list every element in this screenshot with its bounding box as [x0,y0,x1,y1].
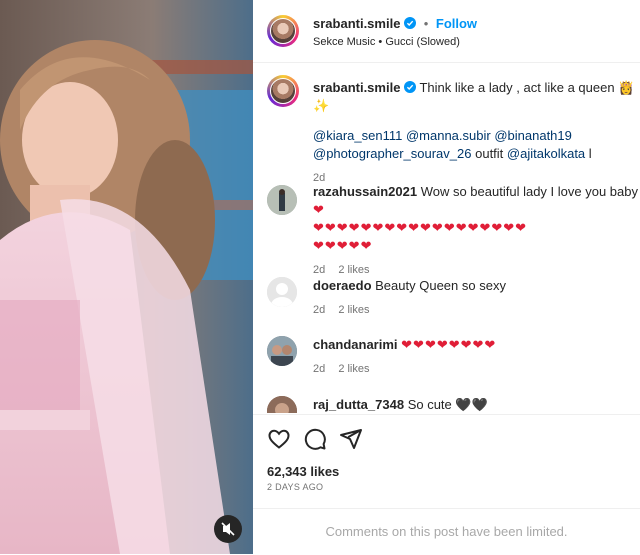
header-separator: • [423,16,429,31]
comment-hearts: ❤❤❤❤❤❤❤❤ [401,337,497,352]
comment-username[interactable]: raj_dutta_7348 [313,397,404,412]
caption-avatar[interactable] [267,75,299,107]
commenter-avatar[interactable] [267,277,297,307]
commenter-avatar[interactable] [267,185,297,215]
comment-hearts: ❤ [313,202,325,217]
commenter-avatar[interactable] [267,396,297,413]
comment-time[interactable]: 2d [313,304,325,316]
comment-hearts: 🖤🖤 [455,397,488,412]
audio-label[interactable]: Sekce Music • Gucci (Slowed) [313,36,460,48]
author-avatar[interactable] [267,15,299,47]
comments-list[interactable]: srabanti.smile Think like a lady , act l… [253,63,640,413]
share-icon[interactable] [339,427,363,451]
comment-likes[interactable]: 2 likes [338,264,369,276]
comment-hearts: ❤❤❤❤❤ [313,238,373,253]
comment-likes[interactable]: 2 likes [338,363,369,375]
post-timestamp[interactable]: 2 DAYS AGO [267,482,323,492]
comment-text: So cute [407,397,452,412]
caption-username[interactable]: srabanti.smile [313,80,400,95]
comment-icon[interactable] [303,427,327,451]
post-actions [253,414,640,509]
mention-link[interactable]: @manna.subir [406,128,491,143]
like-count[interactable]: 62,343 likes [267,464,339,479]
post-photo [0,0,253,554]
comment-username[interactable]: razahussain2021 [313,184,417,199]
comment-time[interactable]: 2d [313,264,325,276]
verified-badge-icon [404,17,417,29]
post-header: srabanti.smile • Follow Sekce Music • Gu… [253,0,640,63]
comment-likes[interactable]: 2 likes [338,304,369,316]
mention-link[interactable]: @photographer_sourav_26 [313,146,471,161]
comment-text: Beauty Queen so sexy [375,278,506,293]
heart-outline-icon[interactable] [267,427,291,451]
comment-text: Wow so beautiful lady I love you baby [420,184,638,199]
comment-time[interactable]: 2d [313,363,325,375]
commenter-avatar[interactable] [267,336,297,366]
mention-link[interactable]: @kiara_sen111 [313,128,402,143]
mention-link[interactable]: @ajitakolkata [507,146,585,161]
post-side-panel: srabanti.smile • Follow Sekce Music • Gu… [253,0,640,554]
mention-link[interactable]: @binanath19 [494,128,572,143]
post-media[interactable] [0,0,253,554]
comment-username[interactable]: doeraedo [313,278,372,293]
audio-muted-button[interactable] [214,515,242,543]
caption-outfit-word: outfit [475,146,504,161]
audio-muted-icon [221,522,235,536]
comment-username[interactable]: chandanarimi [313,337,398,352]
comments-limited-notice: Comments on this post have been limited. [253,508,640,555]
caption-tail: l [588,146,592,161]
author-username[interactable]: srabanti.smile [313,16,400,31]
follow-button[interactable]: Follow [436,16,477,31]
verified-badge-icon [404,81,417,93]
comment-hearts: ❤❤❤❤❤❤❤❤❤❤❤❤❤❤❤❤❤❤ [313,220,528,235]
